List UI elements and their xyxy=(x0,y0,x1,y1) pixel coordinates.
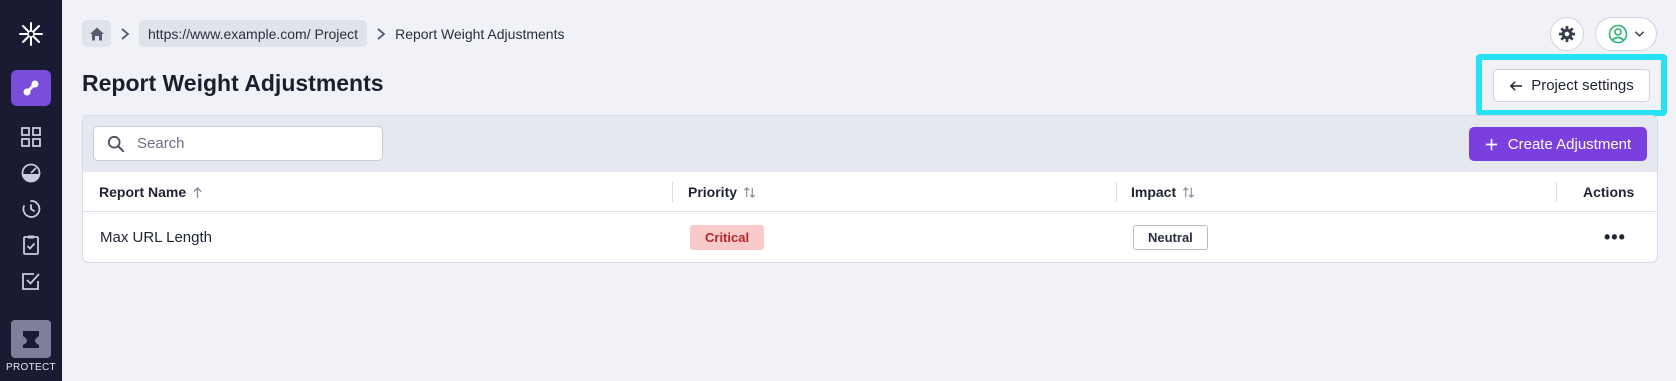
sidebar-item-checks[interactable] xyxy=(11,263,51,299)
sidebar-item-history[interactable] xyxy=(11,191,51,227)
grid-icon xyxy=(21,127,41,147)
column-header-priority[interactable]: Priority xyxy=(688,172,756,212)
checkbox-icon xyxy=(22,273,40,290)
column-label: Impact xyxy=(1131,184,1177,200)
arrow-left-icon xyxy=(1510,80,1523,91)
more-horizontal-icon: ••• xyxy=(1604,226,1626,247)
breadcrumb-current: Report Weight Adjustments xyxy=(395,25,565,42)
breadcrumb: https://www.example.com/ Project Report … xyxy=(82,20,564,47)
sidebar-item-tasks[interactable] xyxy=(11,227,51,263)
column-header-report-name[interactable]: Report Name xyxy=(99,172,203,212)
priority-badge: Critical xyxy=(690,224,765,250)
column-label: Actions xyxy=(1583,184,1635,200)
row-actions-button[interactable]: ••• xyxy=(1604,212,1626,262)
project-settings-label: Project settings xyxy=(1531,77,1634,94)
sidebar: PROTECT xyxy=(0,0,62,381)
link-icon xyxy=(23,80,39,96)
search-box[interactable] xyxy=(93,126,383,161)
clipboard-check-icon xyxy=(23,235,39,255)
sidebar-item-dashboard[interactable] xyxy=(11,119,51,155)
sort-ascending-icon xyxy=(193,186,202,198)
column-divider xyxy=(672,182,673,202)
create-adjustment-label: Create Adjustment xyxy=(1507,135,1632,153)
gear-icon xyxy=(1558,25,1576,43)
adjustments-table: Report Name Priority Impact Actions Max … xyxy=(83,172,1657,262)
column-label: Priority xyxy=(688,184,738,200)
sidebar-item-performance[interactable] xyxy=(11,155,51,191)
table-header: Report Name Priority Impact Actions xyxy=(83,172,1657,212)
sidebar-item-links[interactable] xyxy=(11,70,51,106)
logo-icon[interactable] xyxy=(17,20,45,48)
create-adjustment-button[interactable]: Create Adjustment xyxy=(1469,127,1647,161)
gauge-icon xyxy=(21,163,41,183)
column-label: Report Name xyxy=(99,184,187,200)
protect-icon xyxy=(23,331,39,348)
cell-report-name: Max URL Length xyxy=(100,228,213,246)
sort-icon xyxy=(1183,186,1195,198)
cell-priority: Critical xyxy=(690,212,765,262)
user-avatar-icon xyxy=(1608,24,1627,44)
home-icon xyxy=(89,27,104,40)
product-label: PROTECT xyxy=(6,362,56,373)
breadcrumb-home[interactable] xyxy=(82,20,111,47)
search-icon xyxy=(107,135,125,152)
cell-impact: Neutral xyxy=(1133,212,1208,262)
page-title: Report Weight Adjustments xyxy=(82,70,384,96)
chevron-right-icon xyxy=(367,27,395,41)
breadcrumb-project[interactable]: https://www.example.com/ Project xyxy=(139,20,368,47)
project-settings-button[interactable]: Project settings xyxy=(1493,69,1650,102)
chevron-down-icon xyxy=(1634,31,1644,37)
column-divider xyxy=(1116,182,1117,202)
column-divider xyxy=(1556,182,1557,202)
search-input[interactable] xyxy=(137,135,357,152)
column-header-impact[interactable]: Impact xyxy=(1131,172,1195,212)
column-header-actions: Actions xyxy=(1583,172,1634,212)
settings-button[interactable] xyxy=(1550,17,1584,51)
product-switcher[interactable] xyxy=(11,320,51,358)
sort-icon xyxy=(743,186,756,198)
user-menu-button[interactable] xyxy=(1595,17,1657,51)
plus-icon xyxy=(1485,138,1497,150)
table-row[interactable]: Max URL Length Critical Neutral ••• xyxy=(83,212,1657,262)
history-icon xyxy=(22,200,41,218)
chevron-right-icon xyxy=(111,27,139,41)
impact-badge: Neutral xyxy=(1133,224,1208,250)
